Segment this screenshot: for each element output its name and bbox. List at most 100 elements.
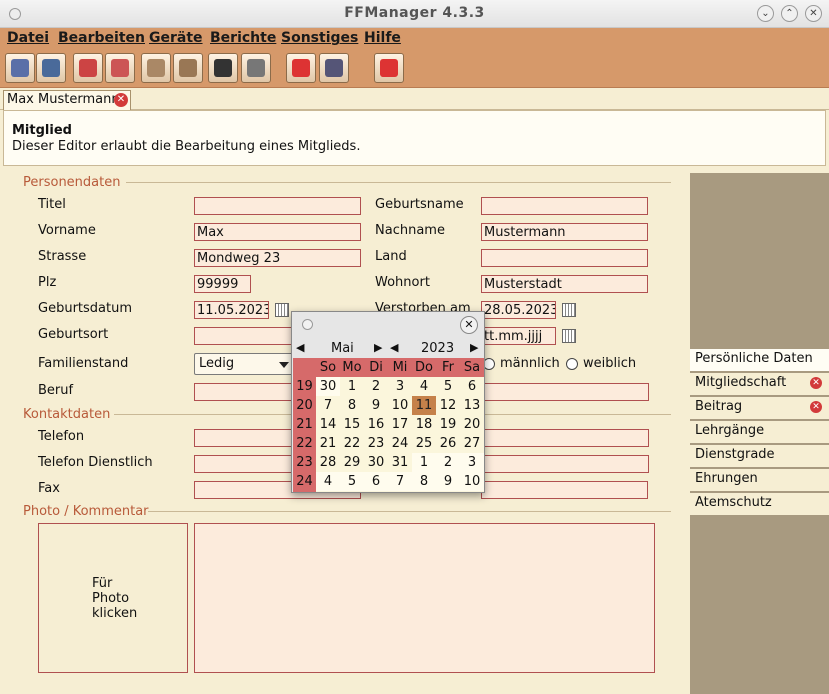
calendar-day[interactable]: 8	[340, 396, 364, 415]
calendar-day[interactable]: 28	[316, 453, 340, 472]
calendar-day[interactable]: 25	[412, 434, 436, 453]
maximize-button[interactable]: ⌃	[781, 5, 798, 22]
calendar-day[interactable]: 7	[316, 396, 340, 415]
calendar-day[interactable]: 3	[388, 377, 412, 396]
person-help-button[interactable]	[141, 53, 171, 83]
menu-bearbeiten[interactable]: Bearbeiten	[58, 30, 145, 46]
menu-geraete[interactable]: Geräte	[149, 30, 203, 46]
comment-textarea[interactable]	[194, 523, 655, 673]
tools-wrench-2-button[interactable]	[36, 53, 66, 83]
calendar-day[interactable]: 9	[364, 396, 388, 415]
calendar-icon[interactable]	[562, 329, 576, 343]
calendar-day[interactable]: 13	[460, 396, 484, 415]
calendar-icon[interactable]	[562, 303, 576, 317]
strasse-field[interactable]: Mondweg 23	[194, 249, 361, 267]
calendar-day[interactable]: 19	[436, 415, 460, 434]
calendar-day[interactable]: 4	[316, 472, 340, 491]
popup-menu-icon[interactable]	[302, 319, 313, 330]
wohnort-field[interactable]: Musterstadt	[481, 275, 648, 293]
verstorben-field[interactable]: 28.05.2023	[481, 301, 556, 319]
label-weiblich: weiblich	[583, 356, 637, 371]
prev-year-icon[interactable]: ◀	[390, 341, 398, 354]
sidebar-item-lehrgänge[interactable]: Lehrgänge	[690, 421, 829, 443]
calendar-day[interactable]: 3	[460, 453, 484, 472]
familienstand-select[interactable]: Ledig	[194, 353, 294, 375]
next-year-icon[interactable]: ▶	[470, 341, 478, 354]
sidebar-item-persönliche-daten[interactable]: Persönliche Daten	[690, 349, 829, 371]
date-field-empty[interactable]: tt.mm.jjjj	[481, 327, 556, 345]
calendar-day[interactable]: 14	[316, 415, 340, 434]
photo-box[interactable]: Für Photo klicken	[38, 523, 188, 673]
calendar-day[interactable]: 8	[412, 472, 436, 491]
land-field[interactable]	[481, 249, 648, 267]
calendar-day[interactable]: 29	[340, 453, 364, 472]
close-tab-icon[interactable]: ✕	[114, 93, 128, 107]
sidebar-item-beitrag[interactable]: Beitrag ✕	[690, 397, 829, 419]
sidebar-item-mitgliedschaft[interactable]: Mitgliedschaft ✕	[690, 373, 829, 395]
calendar-day[interactable]: 27	[460, 434, 484, 453]
person-star-button[interactable]	[173, 53, 203, 83]
person-star-icon	[179, 59, 197, 77]
menu-datei[interactable]: Datei	[7, 30, 49, 46]
geburtsdatum-field[interactable]: 11.05.2023	[194, 301, 269, 319]
calendar-day[interactable]: 30	[316, 377, 340, 396]
nachname-field[interactable]: Mustermann	[481, 223, 648, 241]
calendar-day[interactable]: 10	[388, 396, 412, 415]
sidebar-item-atemschutz[interactable]: Atemschutz	[690, 493, 829, 515]
plz-field[interactable]: 99999	[194, 275, 251, 293]
fax-dienstlich-field[interactable]	[481, 481, 648, 499]
calendar-day[interactable]: 31	[388, 453, 412, 472]
calendar-day[interactable]: 24	[388, 434, 412, 453]
refresh-button[interactable]	[286, 53, 316, 83]
calendar-day[interactable]: 9	[436, 472, 460, 491]
titel-field[interactable]	[194, 197, 361, 215]
sidebar-item-ehrungen[interactable]: Ehrungen	[690, 469, 829, 491]
tools-wrench-1-button[interactable]	[5, 53, 35, 83]
calendar-day[interactable]: 15	[340, 415, 364, 434]
calendar-day[interactable]: 18	[412, 415, 436, 434]
calendar-day[interactable]: 6	[460, 377, 484, 396]
calendar-day[interactable]: 4	[412, 377, 436, 396]
calendar-day[interactable]: 17	[388, 415, 412, 434]
calendar-day[interactable]: 30	[364, 453, 388, 472]
calendar-day[interactable]: 12	[436, 396, 460, 415]
tab-max-mustermann[interactable]: Max Mustermann ✕	[3, 90, 131, 110]
prev-month-icon[interactable]: ◀	[296, 341, 304, 354]
settings-tools-button[interactable]	[319, 53, 349, 83]
sidebar-item-dienstgrade[interactable]: Dienstgrade	[690, 445, 829, 467]
calendar-day[interactable]: 26	[436, 434, 460, 453]
vorname-field[interactable]: Max	[194, 223, 361, 241]
calendar-day[interactable]: 5	[436, 377, 460, 396]
calendar-day[interactable]: 1	[340, 377, 364, 396]
calendar-day[interactable]: 23	[364, 434, 388, 453]
calendar-day[interactable]: 5	[340, 472, 364, 491]
calendar-day[interactable]: 11	[412, 396, 436, 415]
calendar-day[interactable]: 16	[364, 415, 388, 434]
calendar-day[interactable]: 21	[316, 434, 340, 453]
menu-sonstiges[interactable]: Sonstiges	[281, 30, 358, 46]
printer-button[interactable]	[241, 53, 271, 83]
week-number: 24	[296, 474, 313, 489]
save-disk-button[interactable]	[208, 53, 238, 83]
calendar-icon[interactable]	[275, 303, 289, 317]
calendar-day[interactable]: 7	[388, 472, 412, 491]
calendar-day[interactable]: 20	[460, 415, 484, 434]
calendar-day[interactable]: 6	[364, 472, 388, 491]
calendar-day[interactable]: 22	[340, 434, 364, 453]
next-month-icon[interactable]: ▶	[374, 341, 382, 354]
house-help-button[interactable]	[73, 53, 103, 83]
radio-weiblich[interactable]	[566, 358, 578, 370]
house-button[interactable]	[105, 53, 135, 83]
minimize-button[interactable]: ⌄	[757, 5, 774, 22]
menu-hilfe[interactable]: Hilfe	[364, 30, 401, 46]
close-icon[interactable]: ✕	[460, 316, 478, 334]
calendar-day[interactable]: 10	[460, 472, 484, 491]
close-window-button[interactable]: ✕	[805, 5, 822, 22]
section-personendaten: Personendaten	[23, 175, 121, 190]
menu-berichte[interactable]: Berichte	[210, 30, 276, 46]
calendar-day[interactable]: 2	[436, 453, 460, 472]
power-button[interactable]	[374, 53, 404, 83]
calendar-day[interactable]: 2	[364, 377, 388, 396]
calendar-day[interactable]: 1	[412, 453, 436, 472]
geburtsname-field[interactable]	[481, 197, 648, 215]
